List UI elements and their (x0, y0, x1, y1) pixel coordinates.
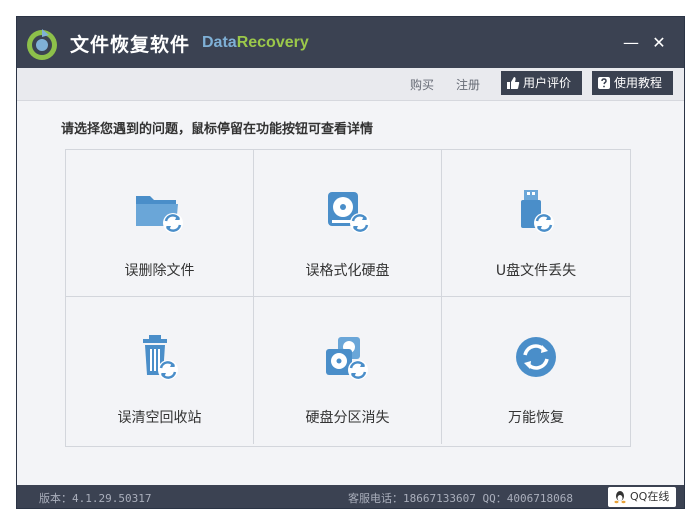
toolbar: 购买 注册 用户评价 使用教程 (17, 68, 684, 101)
register-link[interactable]: 注册 (456, 76, 480, 93)
tutorial-label: 使用教程 (614, 76, 663, 90)
option-label: 误删除文件 (124, 263, 195, 279)
option-emptied-recycle-bin[interactable]: 误清空回收站 (66, 297, 254, 444)
qq-online-label: QQ在线 (630, 490, 670, 503)
app-logo-icon (27, 29, 57, 60)
tutorial-button[interactable]: 使用教程 (592, 71, 673, 95)
option-label: 硬盘分区消失 (305, 410, 390, 426)
instruction-text: 请选择您遇到的问题，鼠标停留在功能按钮可查看详情 (61, 122, 374, 137)
minimize-button[interactable]: — (620, 32, 642, 54)
trash-recover-icon (143, 335, 178, 380)
brand-data: Data (202, 34, 237, 51)
option-label: 误格式化硬盘 (305, 263, 390, 279)
app-brand: DataRecovery (202, 34, 309, 52)
contact-text: 客服电话：18667133607 QQ：4006718068 (348, 492, 573, 505)
app-window: 文件恢复软件 DataRecovery — ✕ 购买 注册 用户评价 使用教程 … (16, 16, 685, 509)
qq-online-button[interactable]: QQ在线 (608, 487, 676, 507)
usb-recover-icon (521, 190, 554, 233)
qq-penguin-icon (614, 491, 626, 504)
partition-recover-icon (326, 337, 368, 380)
buy-link[interactable]: 购买 (410, 76, 434, 93)
user-review-button[interactable]: 用户评价 (501, 71, 582, 95)
recovery-options-grid: 误删除文件 误格式化硬盘 U盘文件丢失 误清空回收站 硬盘分区消失 万能恢复 (65, 149, 631, 447)
option-usb-lost[interactable]: U盘文件丢失 (442, 150, 630, 297)
universal-recover-icon (516, 337, 556, 377)
app-title: 文件恢复软件 (70, 34, 191, 56)
title-bar[interactable]: 文件恢复软件 DataRecovery — ✕ (17, 17, 684, 68)
close-button[interactable]: ✕ (648, 32, 670, 54)
option-deleted-files[interactable]: 误删除文件 (66, 150, 254, 297)
option-lost-partition[interactable]: 硬盘分区消失 (254, 297, 442, 444)
option-label: U盘文件丢失 (495, 263, 577, 279)
option-label: 万能恢复 (508, 410, 564, 426)
disk-recover-icon (328, 192, 370, 233)
option-formatted-disk[interactable]: 误格式化硬盘 (254, 150, 442, 297)
brand-recovery: Recovery (236, 34, 309, 51)
option-universal-recovery[interactable]: 万能恢复 (442, 297, 630, 444)
user-review-label: 用户评价 (523, 76, 572, 90)
option-label: 误清空回收站 (117, 410, 202, 426)
folder-recover-icon (136, 196, 183, 233)
thumbs-up-icon (507, 77, 520, 89)
status-bar: 版本：4.1.29.50317 客服电话：18667133607 QQ：4006… (17, 485, 684, 508)
version-text: 版本：4.1.29.50317 (39, 492, 152, 505)
help-icon (598, 77, 610, 89)
